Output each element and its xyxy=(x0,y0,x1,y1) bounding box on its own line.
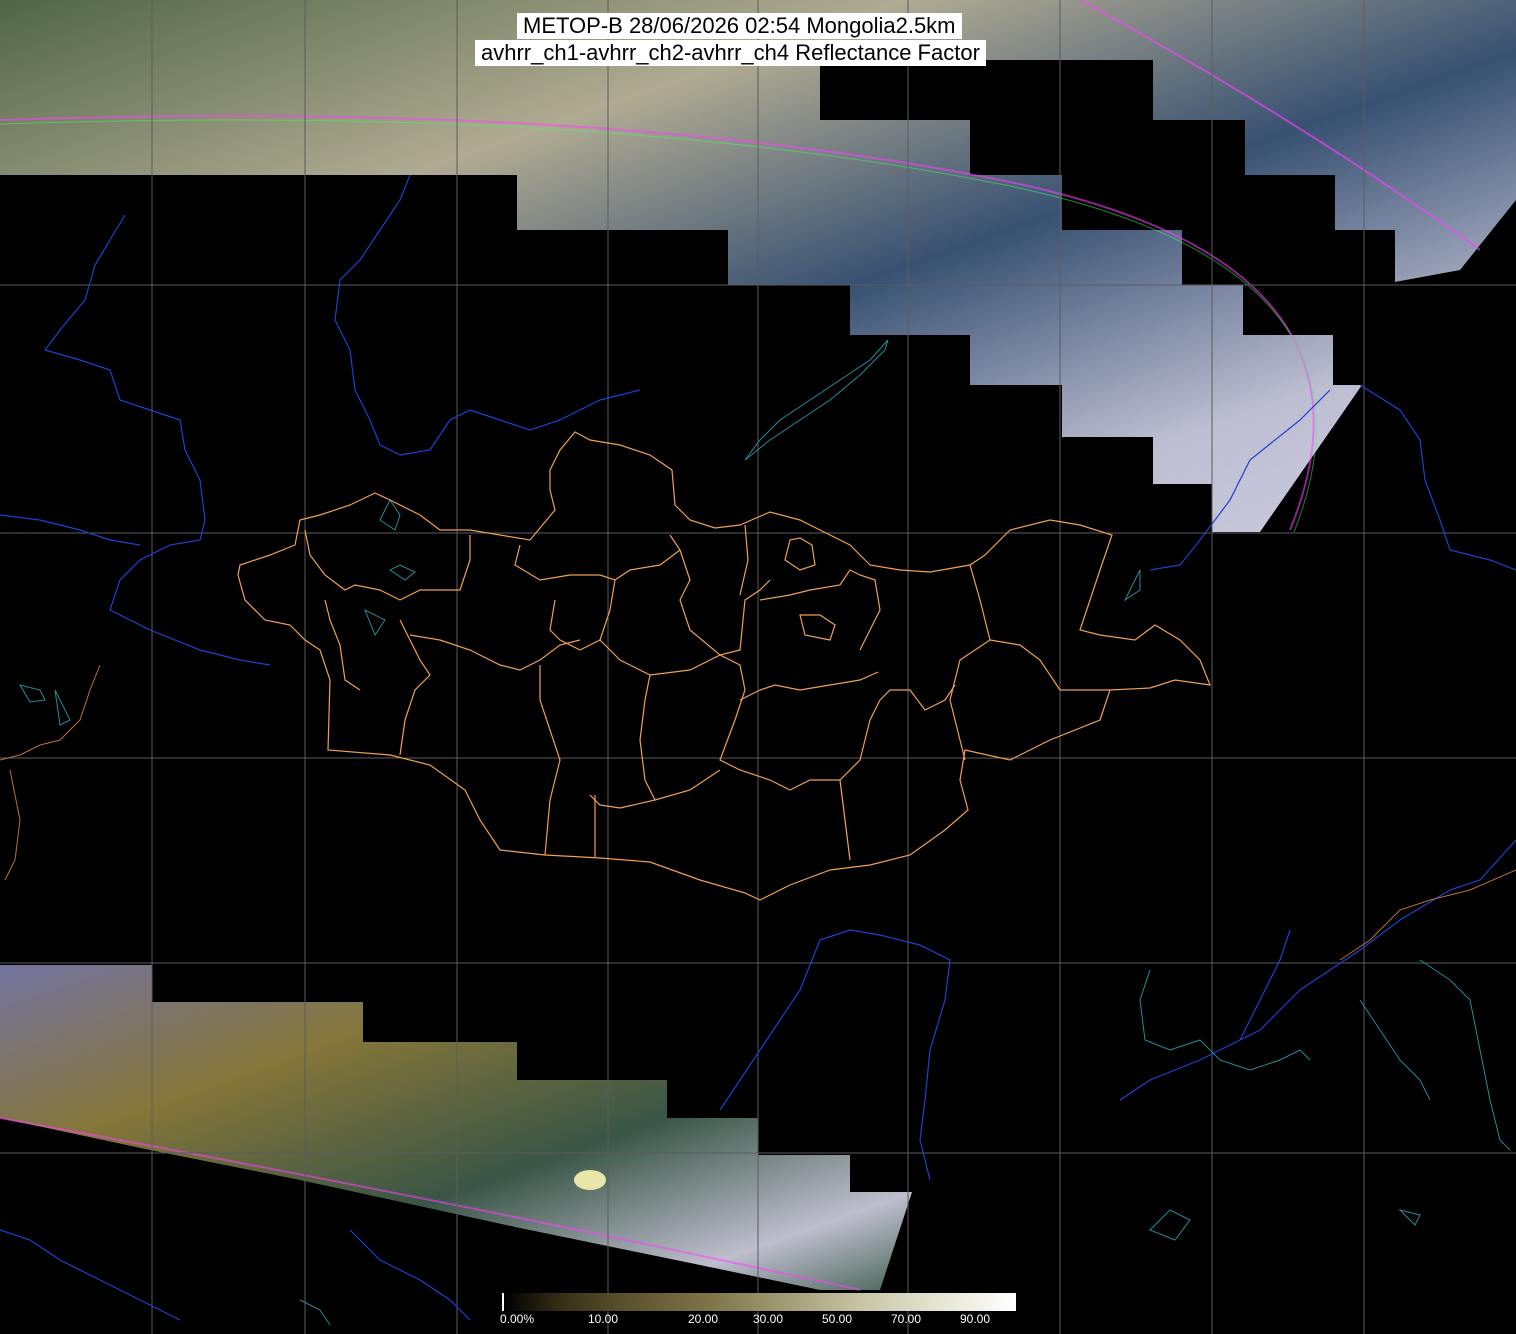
map-title-line-2: avhrr_ch1-avhrr_ch2-avhrr_ch4 Reflectanc… xyxy=(475,40,986,66)
colorbar-label: 90.00 xyxy=(960,1312,991,1326)
satellite-map xyxy=(0,0,1516,1334)
salt-lake-patch xyxy=(574,1170,606,1190)
colorbar-label: 10.00 xyxy=(588,1312,619,1326)
colorbar-label: 70.00 xyxy=(891,1312,922,1326)
colorbar-label: 50.00 xyxy=(822,1312,853,1326)
colorbar-label: 30.00 xyxy=(753,1312,784,1326)
colorbar-label: 0.00% xyxy=(500,1312,535,1326)
colorbar-label: 20.00 xyxy=(688,1312,719,1326)
color-scale-bar xyxy=(502,1293,1016,1311)
map-title-line-1: METOP-B 28/06/2026 02:54 Mongolia2.5km xyxy=(517,13,962,39)
